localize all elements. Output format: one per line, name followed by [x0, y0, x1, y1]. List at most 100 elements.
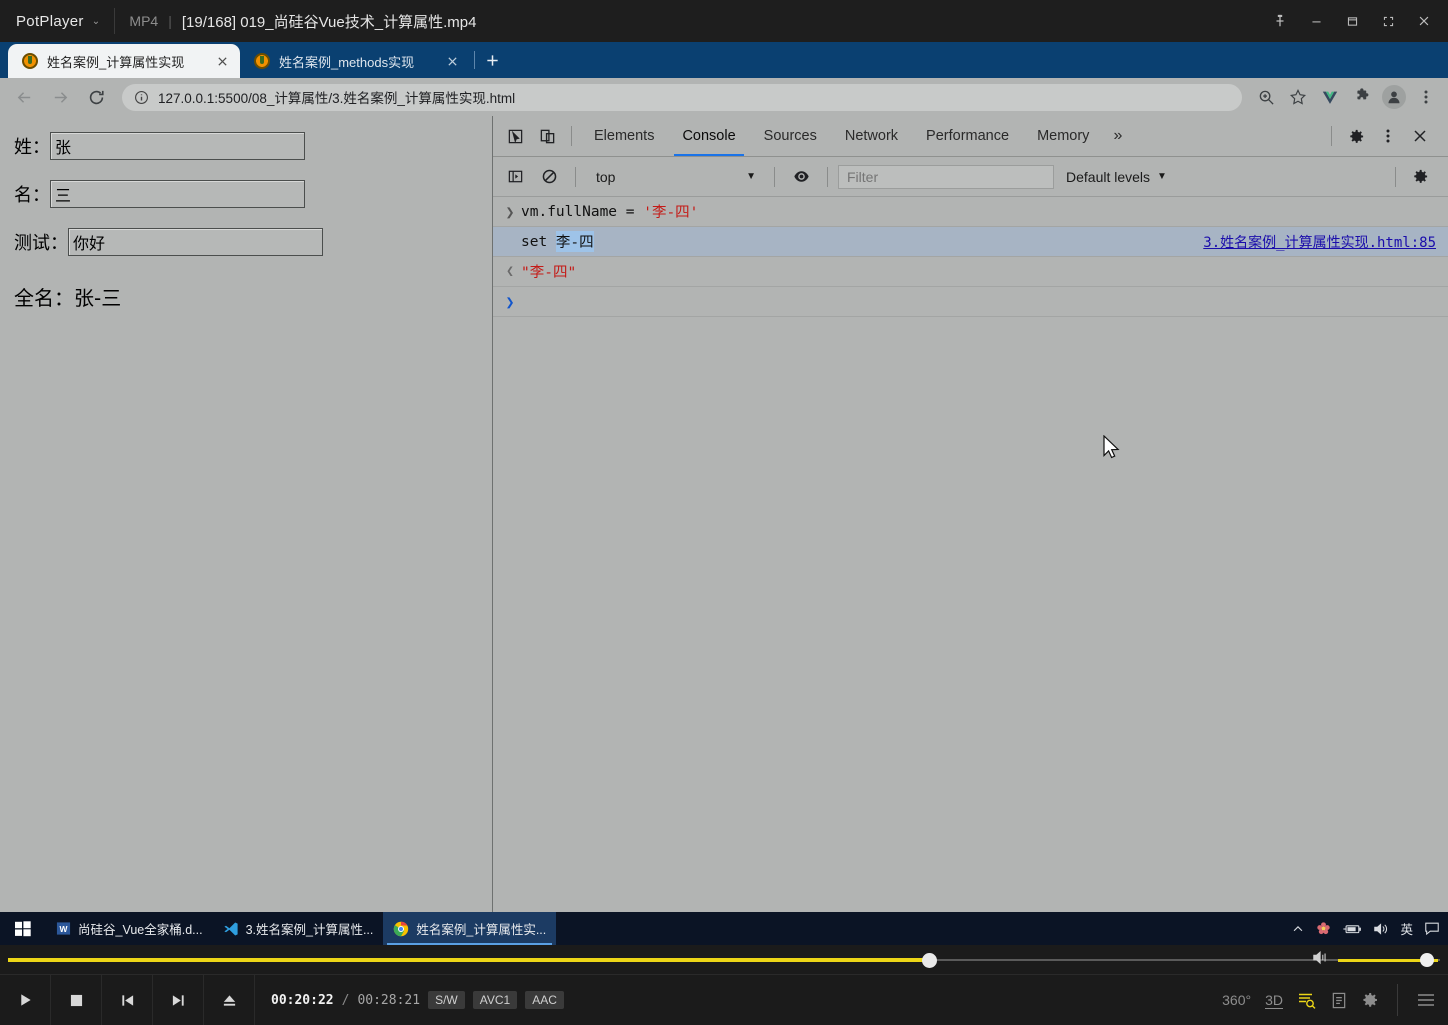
kebab-menu-icon[interactable] — [1412, 83, 1440, 111]
device-toolbar-icon[interactable] — [531, 120, 563, 152]
chrome-omnibox-bar: 127.0.0.1:5500/08_计算属性/3.姓名案例_计算属性实现.htm… — [0, 78, 1448, 116]
chip-audio-codec[interactable]: AAC — [525, 991, 564, 1009]
next-button[interactable] — [153, 974, 204, 1025]
windows-start-icon[interactable] — [0, 912, 46, 945]
playlist-search-icon[interactable] — [1297, 991, 1317, 1009]
divider — [774, 166, 775, 187]
tab-sources[interactable]: Sources — [750, 116, 831, 156]
divider — [1397, 984, 1398, 1016]
playlist-icon[interactable] — [1331, 992, 1347, 1009]
info-circle-icon[interactable] — [134, 90, 149, 105]
chevron-up-icon[interactable] — [1291, 922, 1305, 936]
console-log-levels-selector[interactable]: Default levels ▼ — [1056, 169, 1177, 185]
profile-avatar-icon[interactable] — [1380, 83, 1408, 111]
pin-icon[interactable] — [1262, 0, 1298, 42]
volume-handle[interactable] — [1420, 953, 1434, 967]
web-page-content: 姓： 名： 测试： 全名：张-三 — [0, 116, 493, 912]
chip-video-codec[interactable]: AVC1 — [472, 991, 518, 1009]
notification-icon[interactable] — [1424, 921, 1440, 936]
clear-console-icon[interactable] — [533, 161, 565, 193]
forward-arrow-icon[interactable] — [44, 81, 76, 113]
puzzle-icon[interactable] — [1348, 83, 1376, 111]
console-sidebar-icon[interactable] — [499, 161, 531, 193]
kebab-menu-icon[interactable] — [1372, 120, 1404, 152]
svg-text:W: W — [60, 924, 68, 934]
star-icon[interactable] — [1284, 83, 1312, 111]
media-file-title: [19/168] 019_尚硅谷Vue技术_计算属性.mp4 — [181, 13, 477, 31]
divider — [474, 51, 475, 69]
reload-icon[interactable] — [80, 81, 112, 113]
console-filter-input[interactable] — [838, 164, 1054, 189]
flower-icon[interactable] — [1316, 921, 1331, 936]
chevron-down-icon: ▼ — [1157, 171, 1167, 182]
console-row-result[interactable]: ❮ "李-四" — [493, 257, 1448, 287]
volume-icon[interactable] — [1312, 950, 1330, 970]
console-source-link[interactable]: 3.姓名案例_计算属性实现.html:85 — [1203, 232, 1436, 252]
gear-icon[interactable] — [1404, 161, 1436, 193]
console-row-log[interactable]: set 李-四 3.姓名案例_计算属性实现.html:85 — [493, 227, 1448, 257]
browser-tab-1[interactable]: 姓名案例_methods实现 — [240, 44, 470, 78]
taskbar-item-word[interactable]: W 尚硅谷_Vue全家桶.d... — [46, 912, 213, 945]
fullname-display: 全名：张-三 — [14, 282, 492, 311]
new-tab-button[interactable] — [477, 45, 507, 75]
view-3d-button[interactable]: 3D — [1265, 992, 1283, 1009]
test-input[interactable] — [68, 228, 323, 256]
taskbar-item-label: 姓名案例_计算属性实... — [416, 923, 547, 937]
console-output[interactable]: ❯ vm.fullName = '李-四' set 李-四 3.姓名案例_计算属… — [493, 197, 1448, 912]
view-360-button[interactable]: 360° — [1222, 992, 1251, 1008]
eject-button[interactable] — [204, 974, 255, 1025]
gear-icon[interactable] — [1361, 991, 1379, 1009]
zoom-in-icon[interactable] — [1252, 83, 1280, 111]
taskbar-item-vscode[interactable]: 3.姓名案例_计算属性... — [213, 912, 384, 945]
fullscreen-icon[interactable] — [1370, 0, 1406, 42]
close-icon[interactable] — [1406, 0, 1442, 42]
volume-slider[interactable] — [1338, 949, 1438, 971]
previous-button[interactable] — [102, 974, 153, 1025]
browser-tab-0[interactable]: 姓名案例_计算属性实现 — [8, 44, 240, 78]
ime-indicator[interactable]: 英 — [1400, 919, 1413, 938]
console-row-text: set — [521, 233, 556, 250]
taskbar-item-chrome[interactable]: 姓名案例_计算属性实... — [383, 912, 557, 945]
live-expression-icon[interactable] — [785, 161, 817, 193]
console-context-selector[interactable]: top ▼ — [586, 165, 764, 189]
maximize-icon[interactable] — [1334, 0, 1370, 42]
seek-handle[interactable] — [921, 953, 937, 968]
potplayer-window-controls — [1262, 0, 1448, 42]
chip-sw[interactable]: S/W — [428, 991, 465, 1009]
play-button[interactable] — [0, 974, 51, 1025]
tab-performance[interactable]: Performance — [912, 116, 1023, 156]
more-tabs-icon[interactable]: » — [1103, 116, 1132, 156]
seek-bar[interactable] — [8, 949, 1440, 971]
surname-input[interactable] — [50, 132, 305, 160]
inspect-element-icon[interactable] — [499, 120, 531, 152]
console-prompt-row[interactable]: ❯ — [493, 287, 1448, 317]
givenname-input[interactable] — [50, 180, 305, 208]
console-prompt-arrow-icon: ❯ — [505, 292, 515, 311]
screen: PotPlayer ⌄ MP4 | [19/168] 019_尚硅谷Vue技术_… — [0, 0, 1448, 1025]
console-row-string: '李-四' — [643, 205, 699, 221]
vue-extension-icon[interactable] — [1316, 83, 1344, 111]
chrome-window: 姓名案例_计算属性实现 姓名案例_methods实现 127.0.0.1:550… — [0, 42, 1448, 912]
time-separator: / — [341, 992, 350, 1008]
address-bar[interactable]: 127.0.0.1:5500/08_计算属性/3.姓名案例_计算属性实现.htm… — [122, 83, 1242, 111]
tab-close-icon[interactable] — [214, 53, 230, 69]
tab-network[interactable]: Network — [831, 116, 912, 156]
tab-close-icon[interactable] — [444, 53, 460, 69]
close-icon[interactable] — [1404, 120, 1436, 152]
tab-elements[interactable]: Elements — [580, 116, 668, 156]
back-arrow-icon[interactable] — [8, 81, 40, 113]
divider — [1331, 126, 1332, 146]
hamburger-menu-icon[interactable] — [1416, 992, 1442, 1008]
form-row-test: 测试： — [14, 228, 492, 256]
tab-memory[interactable]: Memory — [1023, 116, 1103, 156]
tab-console[interactable]: Console — [668, 116, 749, 156]
battery-charging-icon[interactable] — [1342, 922, 1362, 936]
minimize-icon[interactable] — [1298, 0, 1334, 42]
gear-icon[interactable] — [1340, 120, 1372, 152]
stop-button[interactable] — [51, 974, 102, 1025]
speaker-icon[interactable] — [1373, 922, 1389, 936]
potplayer-app-menu[interactable]: PotPlayer ⌄ — [0, 13, 100, 30]
browser-tab-title: 姓名案例_计算属性实现 — [47, 54, 185, 70]
current-time: 00:20:22 — [271, 992, 334, 1008]
console-row-input[interactable]: ❯ vm.fullName = '李-四' — [493, 197, 1448, 227]
